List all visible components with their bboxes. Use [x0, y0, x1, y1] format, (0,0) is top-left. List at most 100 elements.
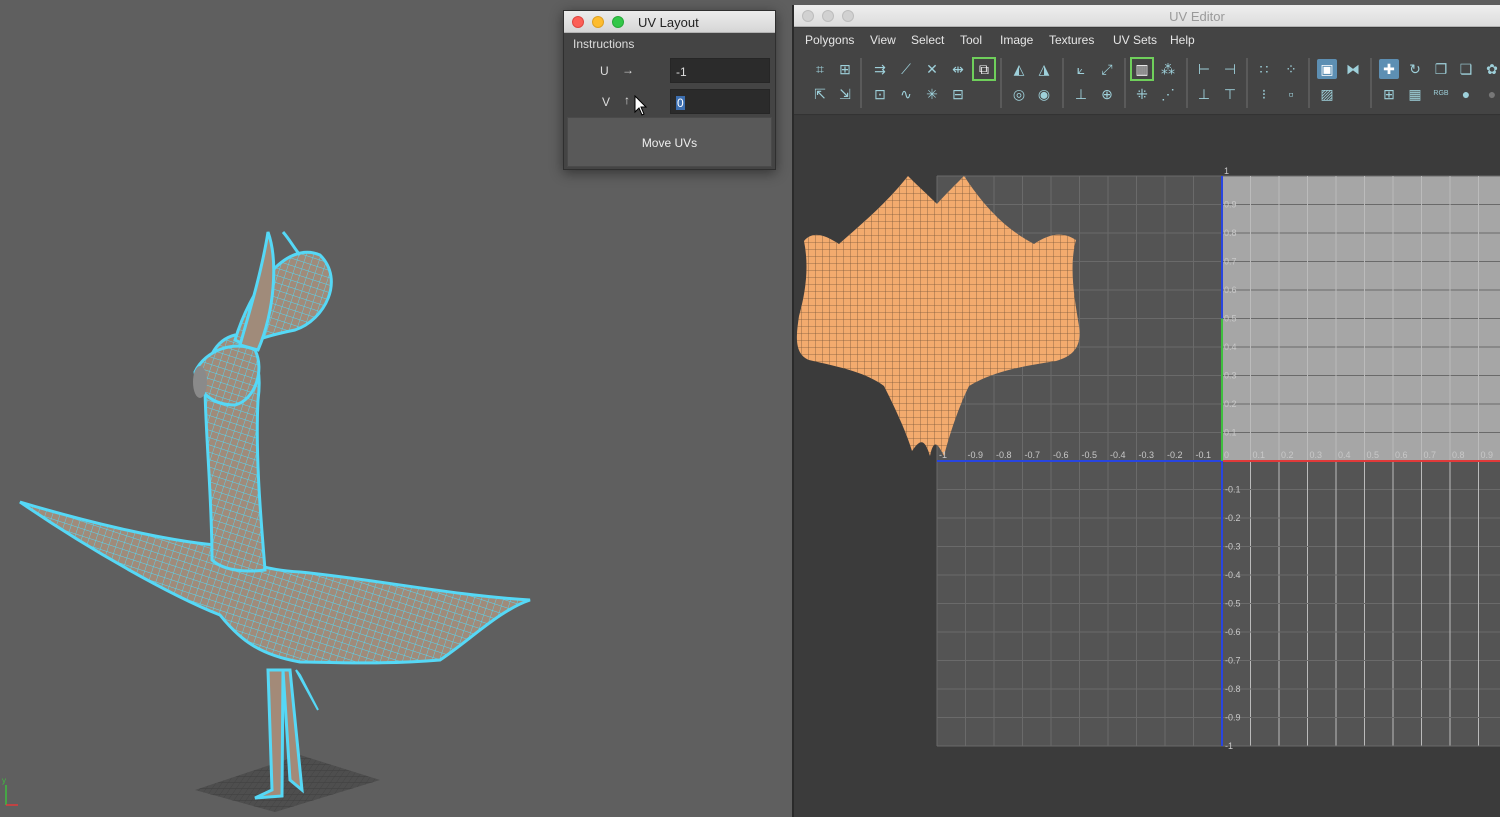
straighten-icon[interactable]: ⟀ [1071, 59, 1091, 79]
window-title: UV Editor [1169, 9, 1225, 24]
unfold-icon[interactable]: ⊡ [870, 84, 890, 104]
snap-grid-icon[interactable]: ⁝ [1254, 84, 1274, 104]
relax-icon[interactable]: ✳ [922, 84, 942, 104]
u-tick-label: -0.8 [996, 450, 1012, 460]
image-display-icon[interactable]: ▣ [1317, 59, 1337, 79]
box-icon[interactable]: ▫ [1281, 84, 1301, 104]
distribute-icon[interactable]: ⁂ [1158, 59, 1178, 79]
u-tick-label: 0.4 [1338, 450, 1351, 460]
u-tick-label: 0.8 [1452, 450, 1465, 460]
spread-icon[interactable]: ⁜ [1132, 84, 1152, 104]
instructions-label[interactable]: Instructions [573, 37, 634, 51]
u-tick-label: 0.9 [1481, 450, 1494, 460]
sew-icon[interactable]: ⇹ [948, 59, 968, 79]
center-icon[interactable]: ⊕ [1097, 84, 1117, 104]
v-tick-label: 0.8 [1224, 228, 1237, 238]
v-tick-label: 1 [1224, 166, 1229, 176]
flip-v-icon[interactable]: ◮ [1034, 59, 1054, 79]
minimize-icon[interactable] [592, 16, 604, 28]
gather-icon[interactable]: ⋰ [1158, 84, 1178, 104]
zoom-icon[interactable] [612, 16, 624, 28]
menu-bar: Polygons View Select Tool Image Textures… [794, 28, 1500, 50]
desktop: y UV Layout Instructions U → -1 V ↑ 0 Mo… [0, 0, 1500, 817]
rgb-channels-icon[interactable]: RGB [1431, 84, 1451, 104]
grid-uvs-icon[interactable]: ⌗ [810, 59, 830, 79]
uv-editor-titlebar[interactable]: UV Editor [794, 5, 1500, 27]
uv-texture-space[interactable]: -1 -0.9 -0.8 -0.7 -0.6 -0.5 -0.4 -0.3 -0.2 -0.1 0 0… [794, 116, 1500, 817]
up-arrow-icon: ↑ [624, 93, 630, 107]
shaded-icon[interactable]: ⧓ [1343, 59, 1363, 79]
v-tick-label: -0.8 [1225, 684, 1241, 694]
menu-select[interactable]: Select [911, 33, 944, 47]
split-icon[interactable]: ✕ [922, 59, 942, 79]
rotate-icon[interactable]: ↻ [1405, 59, 1425, 79]
uv-editor-window[interactable]: UV Editor Polygons View Select Tool Imag… [792, 5, 1500, 817]
u-tick-label: 0.7 [1424, 450, 1437, 460]
v-tick-label: -1 [1225, 741, 1233, 751]
uv-grid[interactable]: -1 -0.9 -0.8 -0.7 -0.6 -0.5 -0.4 -0.3 -0.2 -0.1 0 0… [794, 116, 1500, 817]
align-bottom-icon[interactable]: ⊥ [1194, 84, 1214, 104]
uv-layout-window[interactable]: UV Layout Instructions U → -1 V ↑ 0 Move… [563, 10, 776, 170]
optimize-icon[interactable]: ⊟ [948, 84, 968, 104]
align-right-icon[interactable]: ⊣ [1220, 59, 1240, 79]
u-tick-label: -0.1 [1196, 450, 1212, 460]
move-uv-icon[interactable]: ⇉ [870, 59, 890, 79]
paste-icon[interactable]: ❏ [1456, 59, 1476, 79]
align-top-icon[interactable]: ⊤ [1220, 84, 1240, 104]
scale-icon[interactable]: ⤢ [1097, 59, 1117, 79]
texture-icon[interactable]: ✿ [1482, 59, 1500, 79]
v-tick-label: -0.1 [1225, 485, 1241, 495]
copy-icon[interactable]: ❐ [1431, 59, 1451, 79]
close-icon[interactable] [572, 16, 584, 28]
pin-icon[interactable]: ⇲ [835, 84, 855, 104]
u-tick-label: -1 [939, 450, 947, 460]
bird-wireframe-model[interactable]: y [0, 200, 560, 817]
v-offset-field[interactable]: 0 [670, 89, 770, 114]
rotate-cw-icon[interactable]: ◉ [1034, 84, 1054, 104]
snap-icon[interactable]: ∷ [1254, 59, 1274, 79]
zoom-icon[interactable] [842, 10, 854, 22]
normalize-icon[interactable]: ⁘ [1281, 59, 1301, 79]
menu-view[interactable]: View [870, 33, 896, 47]
rotate-ccw-icon[interactable]: ◎ [1009, 84, 1029, 104]
grid-icon[interactable]: ⊞ [1379, 84, 1399, 104]
shell-border-icon[interactable]: ▥ [1130, 57, 1154, 81]
checker-icon[interactable]: ▦ [1405, 84, 1425, 104]
smooth-icon[interactable]: ∿ [896, 84, 916, 104]
cursor-icon [634, 95, 648, 116]
u-label: U [600, 64, 609, 78]
u-tick-label: -0.3 [1139, 450, 1155, 460]
u-tick-label: 0.6 [1395, 450, 1408, 460]
u-tick-label: 0.3 [1310, 450, 1323, 460]
cut-icon[interactable]: ⟋ [896, 59, 916, 79]
pivot-icon[interactable]: ⊥ [1071, 84, 1091, 104]
menu-textures[interactable]: Textures [1049, 33, 1094, 47]
u-offset-field[interactable]: -1 [670, 58, 770, 83]
exposure-icon[interactable]: ● [1482, 84, 1500, 104]
select-icon[interactable]: ⇱ [810, 84, 830, 104]
dim-image-icon[interactable]: ▨ [1317, 84, 1337, 104]
axis-gizmo-icon: y [2, 776, 18, 806]
layout-icon[interactable]: ⊞ [835, 59, 855, 79]
u-tick-label: -0.9 [968, 450, 984, 460]
move-uvs-button[interactable]: Move UVs [567, 117, 772, 167]
menu-polygons[interactable]: Polygons [805, 33, 854, 47]
right-arrow-icon: → [622, 63, 634, 77]
menu-uv-sets[interactable]: UV Sets [1113, 33, 1157, 47]
menu-tool[interactable]: Tool [960, 33, 982, 47]
minimize-icon[interactable] [822, 10, 834, 22]
grid-toggle-icon[interactable]: ✚ [1379, 59, 1399, 79]
v-tick-label: -0.4 [1225, 570, 1241, 580]
v-tick-label: 0.9 [1224, 200, 1237, 210]
v-tick-label: 0.4 [1224, 342, 1237, 352]
menu-help[interactable]: Help [1170, 33, 1195, 47]
menu-image[interactable]: Image [1000, 33, 1033, 47]
flip-u-icon[interactable]: ◭ [1009, 59, 1029, 79]
close-icon[interactable] [802, 10, 814, 22]
v-tick-label: -0.6 [1225, 627, 1241, 637]
v-tick-label: -0.5 [1225, 599, 1241, 609]
shade-ball-icon[interactable]: ● [1456, 84, 1476, 104]
stitch-icon[interactable]: ⧉ [972, 57, 996, 81]
uv-layout-titlebar[interactable]: UV Layout [564, 11, 775, 33]
align-left-icon[interactable]: ⊢ [1194, 59, 1214, 79]
